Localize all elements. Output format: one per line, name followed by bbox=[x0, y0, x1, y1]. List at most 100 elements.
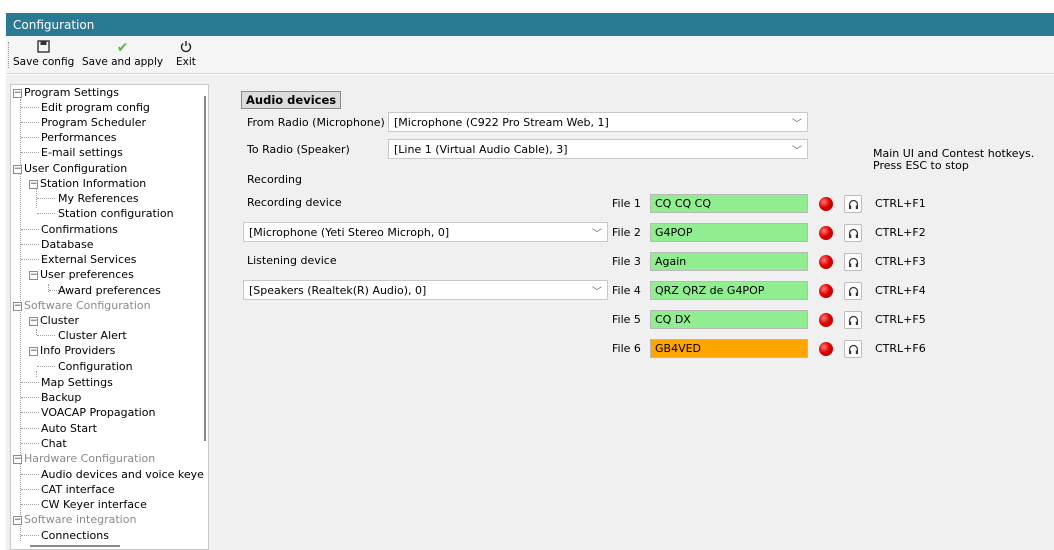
tree-item-cw-keyer-interface[interactable]: CW Keyer interface bbox=[41, 497, 147, 512]
hotkeys-note: Main UI and Contest hotkeys. Press ESC t… bbox=[873, 147, 1035, 172]
tree-item-hardware-configuration[interactable]: − Hardware Configuration bbox=[13, 451, 155, 466]
save-config-button[interactable]: Save config bbox=[13, 40, 74, 68]
headphones-icon[interactable] bbox=[844, 282, 862, 300]
recording-device-select[interactable]: [Microphone (Yeti Stereo Microph, 0] ﹀ bbox=[243, 222, 608, 242]
collapse-icon[interactable]: − bbox=[13, 89, 22, 98]
tree-item-chat[interactable]: Chat bbox=[41, 436, 67, 451]
file-1-text-input[interactable]: CQ CQ CQ bbox=[650, 194, 808, 213]
record-icon[interactable] bbox=[819, 197, 833, 211]
toolbar-grip[interactable] bbox=[8, 42, 10, 68]
chevron-down-icon: ﹀ bbox=[792, 146, 802, 157]
file-6-text-input[interactable]: GB4VED bbox=[650, 339, 808, 358]
tree-item-connections[interactable]: Connections bbox=[41, 528, 109, 543]
headphones-icon[interactable] bbox=[844, 195, 862, 213]
tree-item-auto-start[interactable]: Auto Start bbox=[41, 421, 97, 436]
file-4-label: File 4 bbox=[612, 284, 641, 297]
listening-device-label: Listening device bbox=[247, 254, 337, 267]
tree-item-cluster[interactable]: − Cluster bbox=[29, 313, 79, 328]
tree-horizontal-scrollbar[interactable] bbox=[30, 545, 120, 547]
collapse-icon[interactable]: − bbox=[13, 165, 22, 174]
recording-label: Recording bbox=[247, 173, 303, 186]
floppy-disk-icon bbox=[13, 40, 74, 56]
file-6-label: File 6 bbox=[612, 342, 641, 355]
collapse-icon[interactable]: − bbox=[13, 455, 22, 464]
file-2-hotkey: CTRL+F2 bbox=[875, 226, 926, 239]
exit-button[interactable]: Exit bbox=[176, 40, 196, 68]
collapse-icon[interactable]: − bbox=[29, 317, 38, 326]
tree-item-database[interactable]: Database bbox=[41, 237, 94, 252]
collapse-icon[interactable]: − bbox=[29, 271, 38, 280]
tree-vertical-scrollbar[interactable] bbox=[204, 96, 206, 441]
collapse-icon[interactable]: − bbox=[29, 180, 38, 189]
recording-device-label: Recording device bbox=[247, 196, 342, 209]
record-icon[interactable] bbox=[819, 226, 833, 240]
from-radio-label: From Radio (Microphone) bbox=[247, 116, 385, 129]
save-config-label: Save config bbox=[13, 56, 75, 68]
file-5-text-input[interactable]: CQ DX bbox=[650, 310, 808, 329]
tree-item-cluster-alert[interactable]: Cluster Alert bbox=[58, 328, 127, 343]
audio-devices-heading: Audio devices bbox=[241, 91, 342, 109]
chevron-down-icon: ﹀ bbox=[792, 119, 802, 130]
record-icon[interactable] bbox=[819, 255, 833, 269]
record-icon[interactable] bbox=[819, 313, 833, 327]
tree-item-info-providers[interactable]: − Info Providers bbox=[29, 343, 115, 358]
save-and-apply-label: Save and apply bbox=[82, 56, 164, 68]
from-radio-select[interactable]: [Microphone (C922 Pro Stream Web, 1] ﹀ bbox=[388, 112, 808, 132]
exit-label: Exit bbox=[176, 56, 196, 68]
file-3-hotkey: CTRL+F3 bbox=[875, 255, 926, 268]
file-5-hotkey: CTRL+F5 bbox=[875, 313, 926, 326]
tree-item-software-integration[interactable]: − Software integration bbox=[13, 512, 136, 527]
tree-item-confirmations[interactable]: Confirmations bbox=[41, 222, 118, 237]
to-radio-select[interactable]: [Line 1 (Virtual Audio Cable), 3] ﹀ bbox=[388, 139, 808, 159]
window-title: Configuration bbox=[13, 18, 95, 32]
headphones-icon[interactable] bbox=[844, 311, 862, 329]
tree-item-map-settings[interactable]: Map Settings bbox=[41, 375, 113, 390]
toolbar: Save config ✔ Save and apply Exit bbox=[6, 36, 1054, 74]
tree-item-award-preferences[interactable]: Award preferences bbox=[58, 283, 161, 298]
file-6-hotkey: CTRL+F6 bbox=[875, 342, 926, 355]
tree-item-performances[interactable]: Performances bbox=[41, 130, 116, 145]
settings-tree[interactable]: − Program Settings Edit program config Pr… bbox=[10, 84, 209, 550]
tree-item-backup[interactable]: Backup bbox=[41, 390, 81, 405]
tree-item-user-preferences[interactable]: − User preferences bbox=[29, 267, 134, 282]
tree-item-email-settings[interactable]: E-mail settings bbox=[41, 145, 123, 160]
tree-item-station-configuration[interactable]: Station configuration bbox=[58, 206, 174, 221]
chevron-down-icon: ﹀ bbox=[592, 229, 602, 240]
tree-item-station-information[interactable]: − Station Information bbox=[29, 176, 146, 191]
headphones-icon[interactable] bbox=[844, 253, 862, 271]
tree-item-configuration[interactable]: Configuration bbox=[58, 359, 133, 374]
file-1-label: File 1 bbox=[612, 197, 641, 210]
collapse-icon[interactable]: − bbox=[13, 302, 22, 311]
headphones-icon[interactable] bbox=[844, 224, 862, 242]
file-3-label: File 3 bbox=[612, 255, 641, 268]
power-icon bbox=[176, 40, 196, 56]
file-4-hotkey: CTRL+F4 bbox=[875, 284, 926, 297]
file-2-label: File 2 bbox=[612, 226, 641, 239]
tree-item-audio-devices[interactable]: Audio devices and voice keye bbox=[41, 467, 204, 482]
file-2-text-input[interactable]: G4POP bbox=[650, 223, 808, 242]
to-radio-label: To Radio (Speaker) bbox=[247, 143, 350, 156]
tree-item-external-services[interactable]: External Services bbox=[41, 252, 137, 267]
tree-item-cat-interface[interactable]: CAT interface bbox=[41, 482, 115, 497]
tree-item-user-configuration[interactable]: − User Configuration bbox=[13, 161, 127, 176]
tree-item-edit-program-config[interactable]: Edit program config bbox=[41, 100, 150, 115]
file-4-text-input[interactable]: QRZ QRZ de G4POP bbox=[650, 281, 808, 300]
tree-item-voacap-propagation[interactable]: VOACAP Propagation bbox=[41, 405, 155, 420]
listening-device-select[interactable]: [Speakers (Realtek(R) Audio), 0] ﹀ bbox=[243, 280, 608, 300]
save-and-apply-button[interactable]: ✔ Save and apply bbox=[82, 40, 163, 68]
file-5-label: File 5 bbox=[612, 313, 641, 326]
tree-item-my-references[interactable]: My References bbox=[58, 191, 139, 206]
window-titlebar: Configuration bbox=[6, 13, 1054, 36]
record-icon[interactable] bbox=[819, 342, 833, 356]
file-3-text-input[interactable]: Again bbox=[650, 252, 808, 271]
tree-item-program-settings[interactable]: − Program Settings bbox=[13, 85, 119, 100]
tree-item-software-configuration[interactable]: − Software Configuration bbox=[13, 298, 151, 313]
collapse-icon[interactable]: − bbox=[13, 516, 22, 525]
tree-item-program-scheduler[interactable]: Program Scheduler bbox=[41, 115, 146, 130]
record-icon[interactable] bbox=[819, 284, 833, 298]
checkmark-icon: ✔ bbox=[116, 40, 129, 56]
collapse-icon[interactable]: − bbox=[29, 347, 38, 356]
file-1-hotkey: CTRL+F1 bbox=[875, 197, 926, 210]
chevron-down-icon: ﹀ bbox=[592, 287, 602, 298]
headphones-icon[interactable] bbox=[844, 340, 862, 358]
